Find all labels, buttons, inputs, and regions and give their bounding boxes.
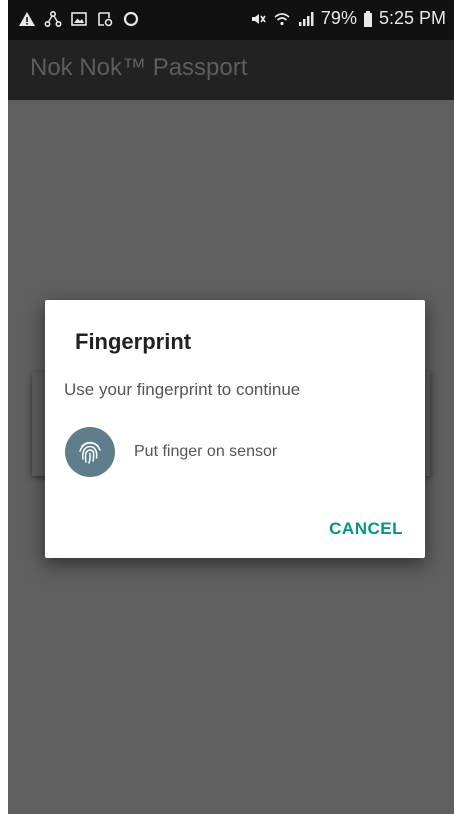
phone-screen: 79% 5:25 PM Nok Nok™ Passport Fingerprin… — [8, 0, 454, 814]
cancel-button[interactable]: CANCEL — [329, 519, 403, 539]
status-time: 5:25 PM — [378, 8, 446, 28]
app-title: Nok Nok™ Passport — [30, 54, 248, 81]
image-icon — [70, 10, 88, 28]
status-right-indicators: 79% 5:25 PM — [249, 8, 446, 29]
mute-icon — [249, 10, 267, 28]
battery-percent: 79% — [320, 8, 357, 28]
circle-icon — [122, 10, 140, 28]
status-bar: 79% 5:25 PM — [8, 0, 454, 40]
share-network-icon — [44, 10, 62, 28]
dialog-title: Fingerprint — [75, 329, 192, 354]
dialog-description: Use your fingerprint to continue — [64, 380, 301, 399]
wifi-icon — [273, 10, 291, 28]
warning-icon — [18, 10, 36, 28]
signal-icon — [297, 10, 315, 28]
sensor-prompt: Put finger on sensor — [134, 443, 278, 460]
screenshot-icon — [96, 10, 114, 28]
status-left-icons — [18, 10, 140, 28]
fingerprint-icon — [65, 427, 115, 477]
fingerprint-dialog: Fingerprint Use your fingerprint to cont… — [45, 300, 425, 558]
battery-icon — [363, 10, 373, 28]
app-bar: Nok Nok™ Passport — [8, 40, 454, 100]
